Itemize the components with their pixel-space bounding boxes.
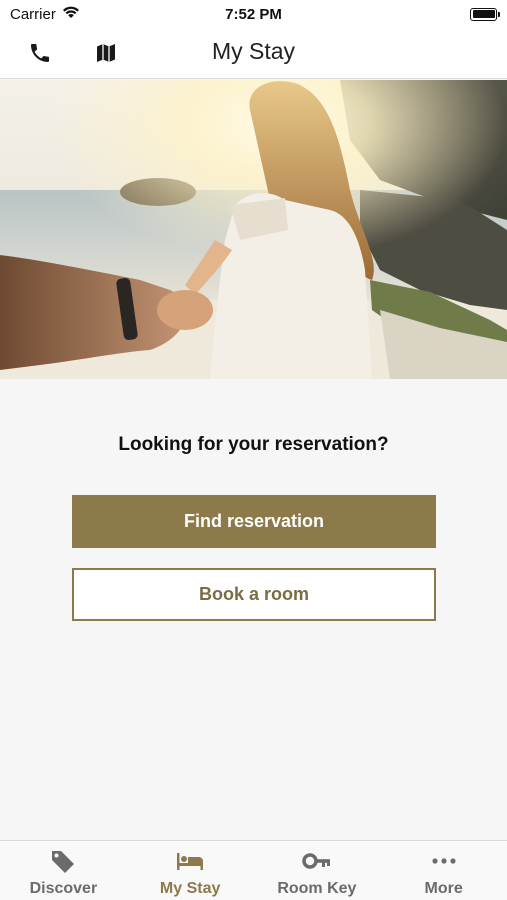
tag-icon [50,849,76,873]
tab-label-room-key: Room Key [277,880,357,897]
tab-label-my-stay: My Stay [159,880,221,897]
tab-discover[interactable]: Discover [0,841,127,900]
tab-my-stay[interactable]: My Stay [127,841,254,900]
tab-room-key[interactable]: Room Key [254,841,381,900]
tab-bar: Discover My Stay Room Key More [0,840,507,900]
status-bar: Carrier 7:52 PM [0,0,507,28]
more-dots-icon [431,849,457,873]
nav-bar: My Stay [0,28,507,79]
tab-label-discover: Discover [29,880,98,897]
book-room-button[interactable]: Book a room [72,568,436,621]
page-title: My Stay [211,38,296,64]
tab-more[interactable]: More [380,841,507,900]
carrier-label: Carrier [10,5,56,23]
bed-icon [175,849,205,873]
reservation-prompt: Looking for your reservation? [118,434,389,455]
find-reservation-button[interactable]: Find reservation [72,495,436,548]
main-content: Looking for your reservation? Find reser… [0,379,507,841]
hero-image [0,80,507,379]
status-left: Carrier [10,5,80,23]
battery-icon [470,7,500,21]
wifi-icon [62,5,80,23]
tab-label-more: More [424,880,463,897]
key-icon [302,849,332,873]
